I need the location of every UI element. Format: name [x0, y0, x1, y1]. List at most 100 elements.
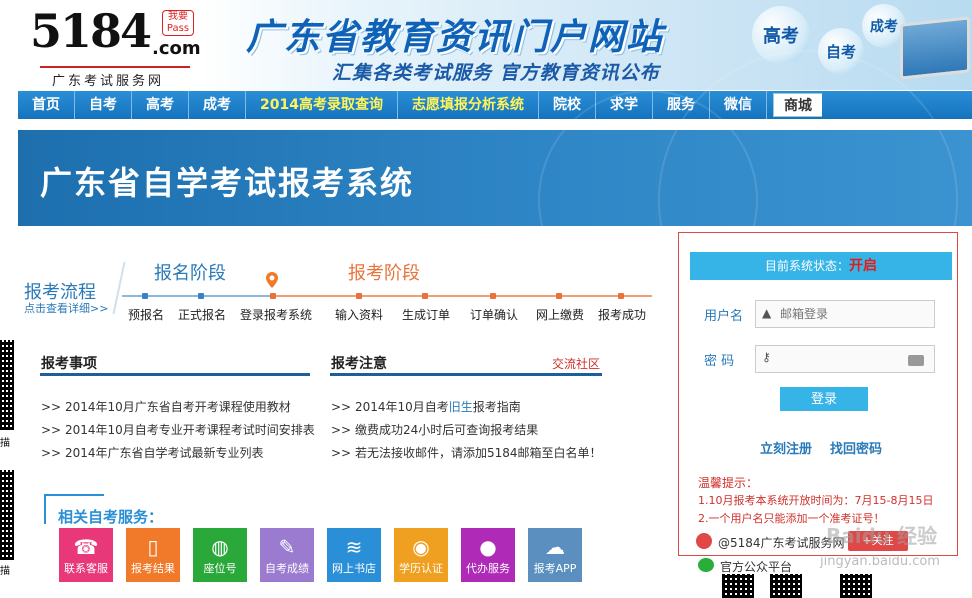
key-icon: ⚷ [762, 350, 771, 364]
step-success: 报考成功 [598, 308, 647, 322]
cloud-download-icon: ☁ [545, 535, 565, 559]
bullet: >> [41, 446, 62, 460]
notice-text: 2014年10月自考专业开考课程考试时间安排表 [64, 423, 315, 437]
nav-item-gaokao[interactable]: 高考 [132, 91, 189, 119]
service-tile[interactable]: ◉ 学历认证 [394, 528, 448, 582]
chair-icon: ◍ [211, 535, 229, 559]
notice-item[interactable]: >> 2014年10月自考专业开考课程考试时间安排表 [41, 421, 315, 438]
process-detail-link[interactable]: 点击查看详细>> [24, 300, 108, 316]
notice-item[interactable]: >> 2014年10月广东省自考开考课程使用教材 [41, 398, 291, 415]
step-generate-order: 生成订单 [402, 308, 451, 322]
status-value: 开启 [849, 258, 877, 274]
mobile-icon: ▯ [147, 535, 159, 559]
qr-code-image [0, 470, 14, 560]
service-label: 代办服务 [466, 562, 510, 575]
username-input[interactable] [755, 300, 935, 328]
stage-application: 报考阶段 [348, 263, 420, 284]
services-title: 相关自考服务： [58, 508, 164, 526]
service-tile[interactable]: ▯ 报考结果 [126, 528, 180, 582]
books-icon: ≋ [345, 535, 363, 559]
banner-subtitle: 汇集各类考试服务 官方教育资讯公布 [332, 62, 660, 84]
pen-icon: ✎ [278, 535, 296, 559]
service-tile[interactable]: ✎ 自考成绩 [260, 528, 314, 582]
step-input-info: 输入资料 [335, 308, 384, 322]
weibo-icon [696, 533, 712, 549]
notice-text: 2014年广东省自学考试最新专业列表 [64, 446, 264, 460]
site-logo[interactable]: 5184 .com 我要Pass 广东考试服务网 [30, 4, 201, 90]
keyboard-icon[interactable] [908, 355, 924, 366]
nav-item-chengkao[interactable]: 成考 [189, 91, 246, 119]
bullet: >> [41, 400, 62, 414]
process-timeline-active [272, 295, 652, 297]
password-label: 密 码 [704, 354, 735, 369]
timeline-dot [556, 293, 562, 299]
watermark: Baidu 经验 [826, 524, 938, 548]
nav-item-application-analysis[interactable]: 志愿填报分析系统 [398, 91, 539, 119]
login-button[interactable]: 登录 [780, 387, 868, 411]
nav-item-zikao[interactable]: 自考 [75, 91, 132, 119]
service-label: 联系客服 [64, 562, 108, 575]
tip-item: 1.10月报考本系统开放时间为：7月15-8月15日 [698, 494, 934, 507]
service-label: 报考结果 [131, 562, 175, 575]
service-label: 报考APP [533, 562, 577, 575]
note-text: 报考指南 [472, 400, 521, 414]
register-link[interactable]: 立刻注册 [760, 438, 812, 457]
seal-icon: ◉ [412, 535, 430, 559]
note-item[interactable]: >> 缴费成功24小时后可查询报考结果 [331, 421, 538, 438]
bullet: >> [331, 400, 352, 414]
bullet: >> [331, 446, 352, 460]
qr-code-image [770, 574, 802, 598]
timeline-dot [490, 293, 496, 299]
timeline-dot [198, 293, 204, 299]
timeline-dot [356, 293, 362, 299]
community-link[interactable]: 交流社区 [552, 355, 600, 372]
note-item[interactable]: >> 若无法接收邮件，请添加5184邮箱至白名单！ [331, 444, 601, 461]
note-text: 若无法接收邮件，请添加5184邮箱至白名单！ [354, 446, 602, 460]
person-icon: ● [479, 535, 497, 559]
step-confirm-order: 订单确认 [470, 308, 519, 322]
qr-code-image [840, 574, 872, 598]
service-tile[interactable]: ☁ 报考APP [528, 528, 582, 582]
username-label: 用户名 [704, 309, 744, 324]
note-text: 缴费成功24小时后可查询报考结果 [354, 423, 539, 437]
location-pin-icon [266, 272, 278, 288]
logo-domain: .com [152, 38, 201, 59]
step-online-payment: 网上缴费 [536, 308, 585, 322]
qr-caption: 描 [0, 566, 10, 577]
nav-item-home[interactable]: 首页 [18, 91, 75, 119]
qr-code-image [0, 340, 14, 430]
bullet: >> [331, 423, 352, 437]
recover-password-link[interactable]: 找回密码 [830, 438, 882, 457]
notice-item[interactable]: >> 2014年广东省自学考试最新专业列表 [41, 444, 263, 461]
service-tile[interactable]: ● 代办服务 [461, 528, 515, 582]
notice-text: 2014年10月广东省自考开考课程使用教材 [64, 400, 291, 414]
left-qr-strip: 描 描 [0, 340, 14, 598]
service-label: 网上书店 [332, 562, 376, 575]
notices-title: 报考事项 [41, 356, 97, 372]
process-divider [112, 262, 126, 314]
logo-badge: 我要Pass [162, 10, 194, 36]
note-text: 2014年10月自考 [354, 400, 449, 414]
timeline-dot [618, 293, 624, 299]
service-tile[interactable]: ◍ 座位号 [193, 528, 247, 582]
notes-underline [330, 373, 602, 376]
note-highlight: 旧生 [448, 400, 473, 414]
page-title: 广东省自学考试报考系统 [40, 164, 415, 202]
timeline-dot [422, 293, 428, 299]
qr-code-image [722, 574, 754, 598]
user-icon: ▲ [762, 306, 772, 320]
timeline-dot [270, 293, 276, 299]
banner-title: 广东省教育资讯门户网站 [246, 17, 665, 58]
note-item[interactable]: >> 2014年10月自考旧生报考指南 [331, 398, 521, 415]
status-label: 目前系统状态： [764, 259, 849, 273]
service-tile[interactable]: ☎ 联系客服 [59, 528, 113, 582]
notes-title: 报考注意 [331, 356, 387, 372]
wechat-icon [698, 558, 714, 572]
service-tile[interactable]: ≋ 网上书店 [327, 528, 381, 582]
logo-underline [40, 66, 190, 68]
step-pre-register: 预报名 [128, 308, 165, 322]
notices-underline [40, 373, 310, 376]
nav-item-admission-query[interactable]: 2014高考录取查询 [246, 91, 398, 119]
bullet: >> [41, 423, 62, 437]
logo-subtitle: 广东考试服务网 [52, 74, 165, 89]
